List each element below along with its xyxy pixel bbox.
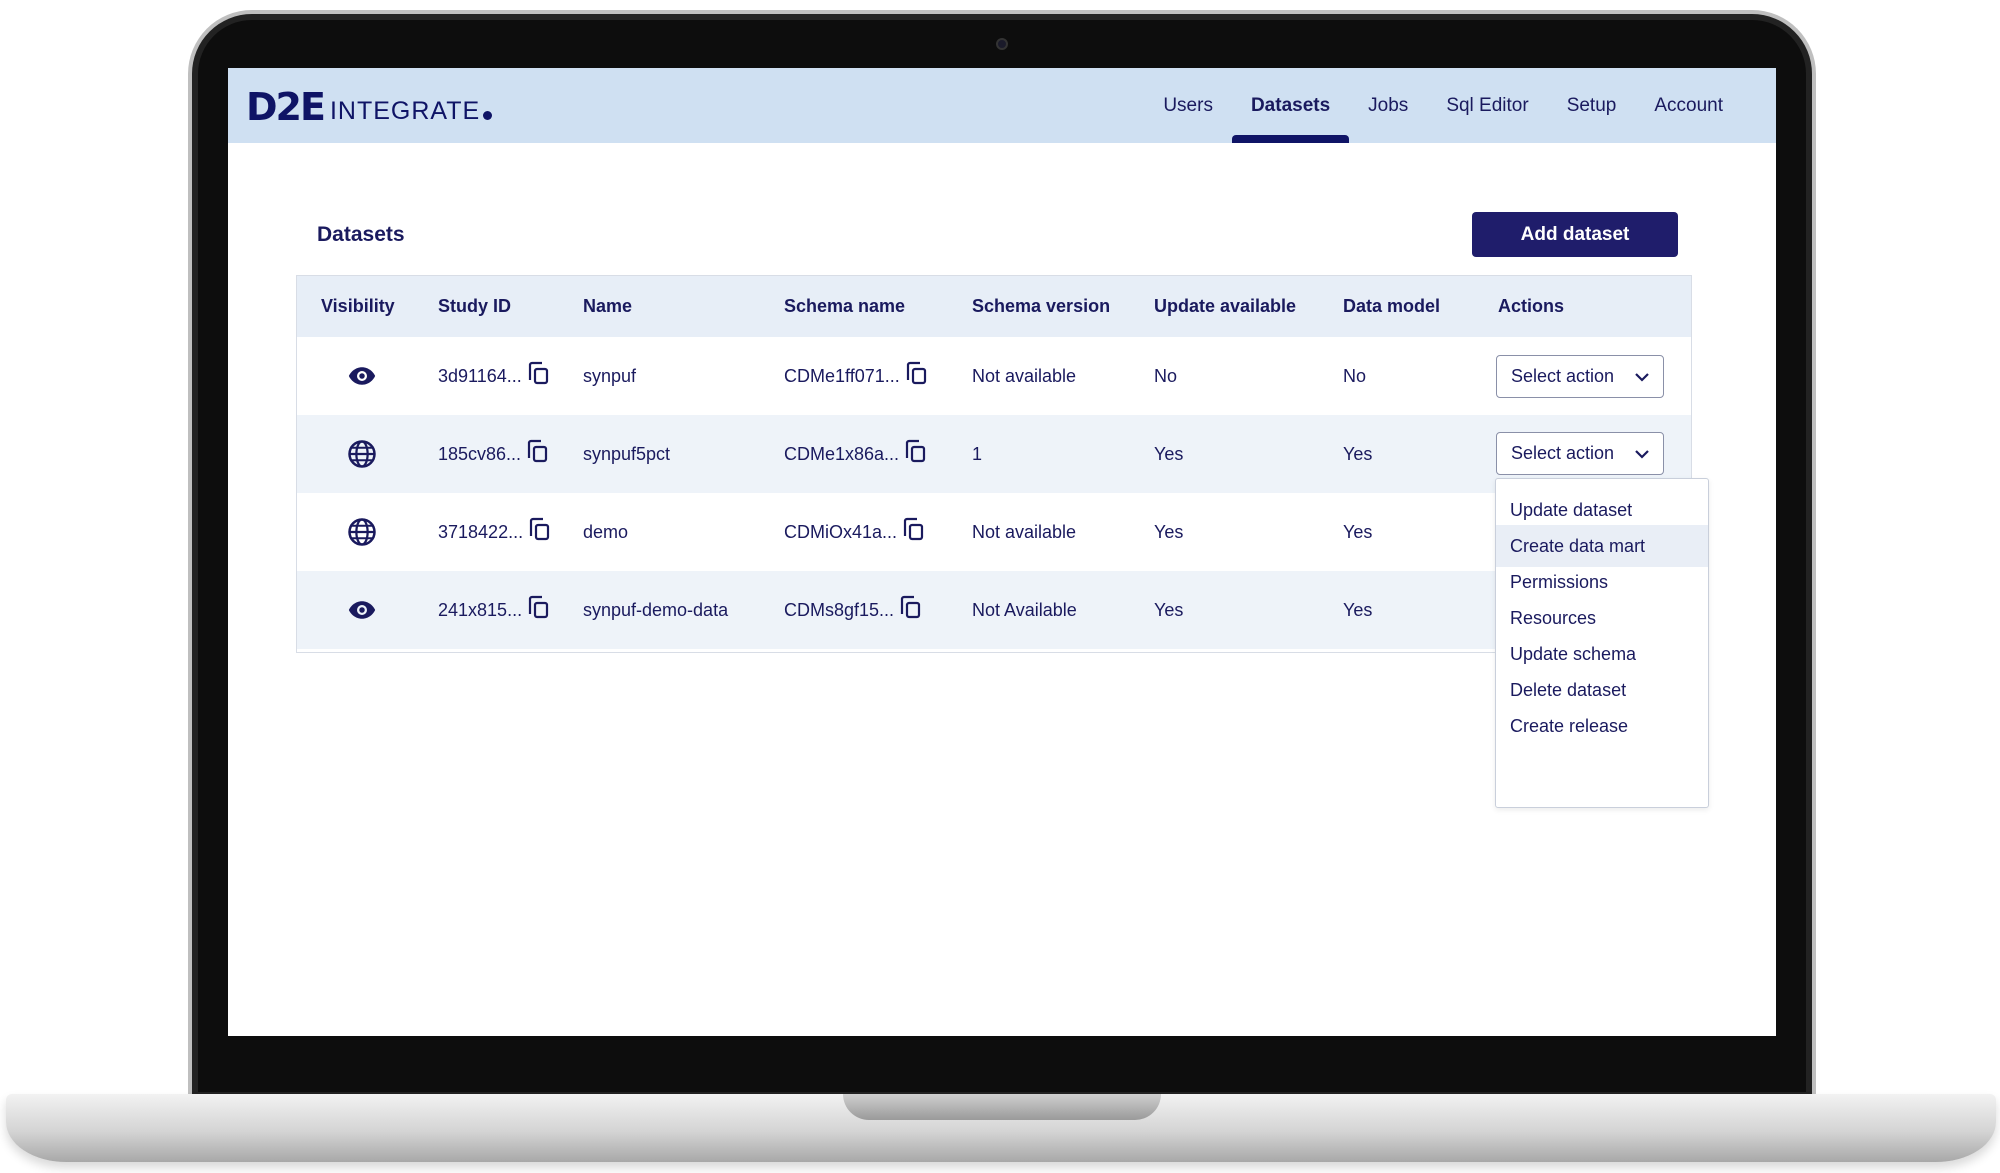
nav-item-datasets[interactable]: Datasets bbox=[1231, 68, 1350, 143]
study-id-cell: 3d91164... bbox=[438, 337, 552, 415]
copy-icon[interactable] bbox=[901, 438, 929, 466]
visibility-cell[interactable] bbox=[347, 415, 377, 493]
logo-text: INTEGRATE bbox=[329, 97, 481, 125]
schema-name-cell: CDMs8gf15... bbox=[784, 571, 924, 649]
column-header-study-id[interactable]: Study ID bbox=[438, 276, 511, 337]
screen: D2E INTEGRATE Users Datasets Jobs Sql Ed… bbox=[228, 68, 1776, 1036]
select-action-dropdown[interactable]: Select action bbox=[1496, 355, 1664, 398]
copy-icon[interactable] bbox=[899, 516, 927, 544]
nav-item-users[interactable]: Users bbox=[1144, 68, 1232, 143]
schema-name-value: CDMiOx41a... bbox=[784, 521, 898, 542]
visibility-cell[interactable] bbox=[347, 571, 377, 649]
update-available-cell: Yes bbox=[1154, 521, 1184, 542]
column-header-update-available[interactable]: Update available bbox=[1154, 276, 1296, 337]
globe-icon bbox=[348, 518, 376, 546]
schema-name-value: CDMs8gf15... bbox=[784, 599, 895, 620]
column-header-schema-version[interactable]: Schema version bbox=[972, 276, 1110, 337]
menu-item-create-release[interactable]: Create release bbox=[1496, 705, 1708, 747]
copy-icon[interactable] bbox=[523, 438, 551, 466]
schema-name-value: CDMe1x86a... bbox=[784, 443, 900, 464]
update-available-cell: Yes bbox=[1154, 599, 1184, 620]
copy-icon[interactable] bbox=[902, 360, 930, 388]
schema-version-cell: Not available bbox=[972, 521, 1077, 542]
copy-icon[interactable] bbox=[525, 516, 553, 544]
study-id-value: 241x815... bbox=[438, 599, 523, 620]
schema-name-cell: CDMe1ff071... bbox=[784, 337, 930, 415]
column-header-actions: Actions bbox=[1498, 296, 1565, 316]
camera-icon bbox=[996, 38, 1008, 50]
schema-version-cell: Not Available bbox=[972, 599, 1077, 620]
study-id-cell: 241x815... bbox=[438, 571, 552, 649]
copy-icon[interactable] bbox=[524, 594, 552, 622]
schema-name-cell: CDMiOx41a... bbox=[784, 493, 927, 571]
schema-version-cell: 1 bbox=[972, 443, 983, 464]
app-logo[interactable]: D2E INTEGRATE bbox=[246, 85, 493, 129]
update-available-cell: Yes bbox=[1154, 443, 1184, 464]
study-id-value: 3d91164... bbox=[438, 365, 522, 386]
datasets-table: Visibility Study ID Name Schema name Sch… bbox=[296, 275, 1692, 653]
column-header-schema-name[interactable]: Schema name bbox=[784, 276, 905, 337]
table-row: 241x815... synpuf-demo-data CDMs8gf15...… bbox=[297, 571, 1691, 649]
logo-dot-icon bbox=[483, 111, 493, 120]
nav-item-account[interactable]: Account bbox=[1635, 68, 1742, 143]
eye-icon bbox=[348, 601, 376, 619]
schema-name-value: CDMe1ff071... bbox=[784, 365, 900, 386]
schema-name-cell: CDMe1x86a... bbox=[784, 415, 929, 493]
column-header-name[interactable]: Name bbox=[583, 276, 632, 337]
name-cell: synpuf bbox=[583, 365, 637, 386]
nav-item-jobs[interactable]: Jobs bbox=[1349, 68, 1427, 143]
study-id-value: 3718422... bbox=[438, 521, 524, 542]
chevron-down-icon bbox=[1635, 373, 1649, 382]
study-id-cell: 185cv86... bbox=[438, 415, 551, 493]
page-title: Datasets bbox=[317, 223, 405, 246]
nav-item-sql-editor[interactable]: Sql Editor bbox=[1427, 68, 1547, 143]
globe-icon bbox=[348, 440, 376, 468]
eye-icon bbox=[348, 367, 376, 385]
column-header-visibility[interactable]: Visibility bbox=[321, 276, 395, 337]
copy-icon[interactable] bbox=[896, 594, 924, 622]
name-cell: synpuf5pct bbox=[583, 443, 671, 464]
column-header-data-model[interactable]: Data model bbox=[1343, 276, 1440, 337]
top-navigation-bar: D2E INTEGRATE Users Datasets Jobs Sql Ed… bbox=[228, 68, 1776, 143]
name-cell: demo bbox=[583, 521, 629, 542]
study-id-value: 185cv86... bbox=[438, 443, 522, 464]
table-header-row: Visibility Study ID Name Schema name Sch… bbox=[297, 276, 1691, 337]
add-dataset-button[interactable]: Add dataset bbox=[1472, 212, 1678, 257]
visibility-cell[interactable] bbox=[347, 493, 377, 571]
table-row: 3718422... demo CDMiOx41a... Not availab… bbox=[297, 493, 1691, 571]
table-row: 185cv86... synpuf5pct CDMe1x86a... 1 Yes… bbox=[297, 415, 1691, 493]
main-nav: Users Datasets Jobs Sql Editor Setup Acc… bbox=[1144, 68, 1742, 143]
study-id-cell: 3718422... bbox=[438, 493, 553, 571]
select-action-label: Select action bbox=[1511, 443, 1615, 463]
select-action-dropdown[interactable]: Select action bbox=[1496, 432, 1664, 475]
logo-mark: D2E bbox=[246, 85, 326, 129]
name-cell: synpuf-demo-data bbox=[583, 599, 729, 620]
laptop-notch bbox=[843, 1094, 1161, 1120]
data-model-cell: Yes bbox=[1343, 521, 1373, 542]
data-model-cell: Yes bbox=[1343, 599, 1373, 620]
table-row: 3d91164... synpuf CDMe1ff071... Not avai… bbox=[297, 337, 1691, 415]
visibility-cell[interactable] bbox=[347, 337, 377, 415]
schema-version-cell: Not available bbox=[972, 365, 1077, 386]
action-dropdown-menu: Update dataset Create data mart Permissi… bbox=[1495, 478, 1709, 808]
data-model-cell: No bbox=[1343, 365, 1367, 386]
data-model-cell: Yes bbox=[1343, 443, 1373, 464]
chevron-down-icon bbox=[1635, 450, 1649, 459]
copy-icon[interactable] bbox=[524, 360, 552, 388]
select-action-label: Select action bbox=[1511, 366, 1615, 386]
update-available-cell: No bbox=[1154, 365, 1178, 386]
nav-item-setup[interactable]: Setup bbox=[1548, 68, 1636, 143]
